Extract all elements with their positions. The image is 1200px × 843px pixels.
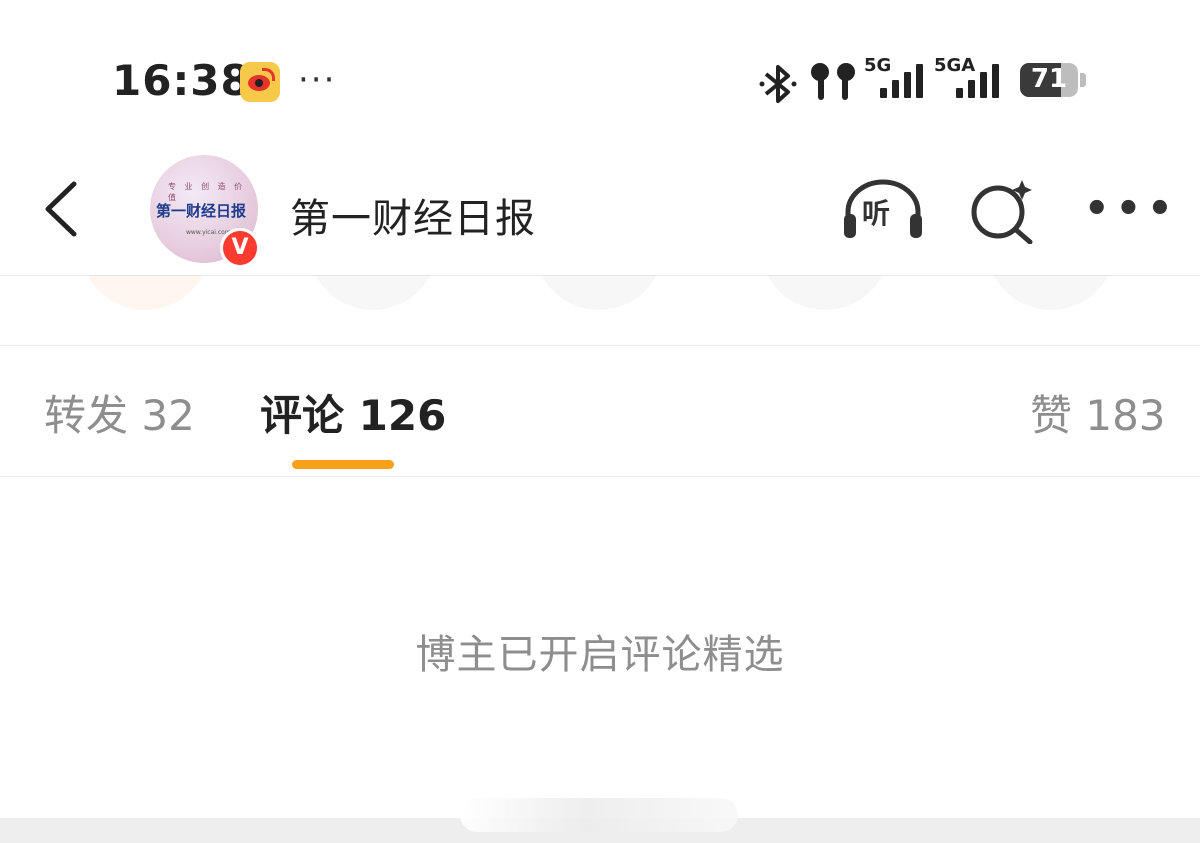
listen-button[interactable]: 听 (842, 178, 924, 240)
signal-icon (880, 64, 923, 98)
ai-search-icon[interactable] (970, 178, 1036, 244)
battery-icon: 71 (1020, 63, 1078, 97)
active-tab-indicator (292, 460, 394, 469)
tab-divider (0, 476, 1200, 477)
listen-label: 听 (862, 197, 891, 230)
divider (0, 345, 1200, 346)
battery-percent: 71 (1030, 64, 1068, 94)
status-more-indicator: ··· (298, 60, 337, 100)
watermark (460, 798, 738, 832)
weibo-app-icon (240, 62, 280, 102)
status-time: 16:38 (112, 56, 251, 105)
more-icon[interactable]: ••• (1084, 189, 1179, 229)
back-icon[interactable] (40, 178, 100, 240)
header-divider (0, 275, 1200, 276)
verified-badge: V (220, 228, 260, 268)
tab-like[interactable]: 赞 183 (1030, 382, 1166, 443)
tab-comment[interactable]: 评论 126 (260, 382, 446, 443)
comments-empty-message: 博主已开启评论精选 (415, 632, 785, 678)
tab-repost[interactable]: 转发 32 (44, 382, 195, 443)
battery-cap (1080, 73, 1086, 87)
earbuds-icon (811, 63, 855, 100)
account-name[interactable]: 第一财经日报 (290, 186, 536, 244)
bluetooth-icon (759, 65, 797, 103)
signal-icon-2 (956, 64, 999, 98)
status-bar: 16:38 ··· 5G 5GA 71 (0, 0, 1200, 140)
avatar-masthead: 第一财经日报 (156, 202, 247, 220)
